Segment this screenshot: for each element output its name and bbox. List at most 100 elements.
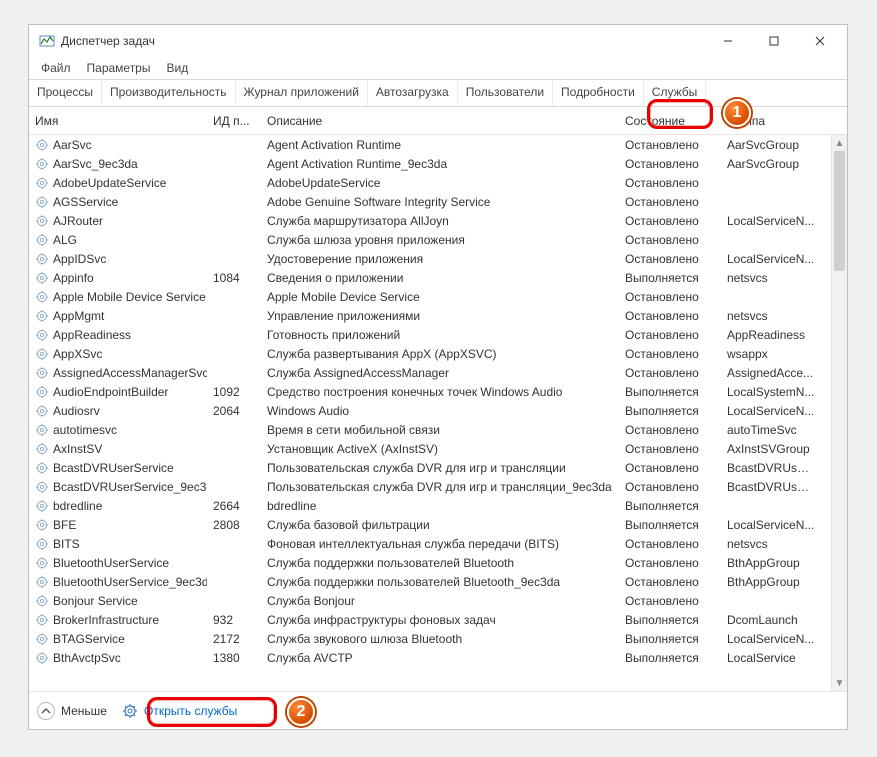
service-desc-cell: Служба шлюза уровня приложения — [261, 233, 619, 247]
service-pid-cell: 2664 — [207, 499, 261, 513]
scroll-down-arrow[interactable]: ▼ — [832, 675, 847, 691]
service-group-cell: LocalServiceN... — [721, 404, 821, 418]
table-row[interactable]: autotimesvcВремя в сети мобильной связиО… — [29, 420, 847, 439]
service-state-cell: Остановлено — [619, 309, 721, 323]
fewer-details-button[interactable]: Меньше — [37, 702, 107, 720]
service-name-cell: BFE — [29, 518, 207, 532]
tab-performance[interactable]: Производительность — [102, 80, 235, 106]
service-state-cell: Выполняется — [619, 613, 721, 627]
table-row[interactable]: BluetoothUserServiceСлужба поддержки пол… — [29, 553, 847, 572]
service-group-cell: LocalServiceN... — [721, 518, 821, 532]
table-row[interactable]: AJRouterСлужба маршрутизатора AllJoynОст… — [29, 211, 847, 230]
service-name-cell: AxInstSV — [29, 442, 207, 456]
service-state-cell: Выполняется — [619, 632, 721, 646]
table-row[interactable]: AxInstSV Установщик ActiveX (AxInstSV)Ост… — [29, 439, 847, 458]
tab-startup[interactable]: Автозагрузка — [368, 80, 458, 106]
service-state-cell: Остановлено — [619, 442, 721, 456]
service-state-cell: Остановлено — [619, 423, 721, 437]
service-name-text: AarSvc — [53, 138, 92, 152]
service-gear-icon — [35, 613, 49, 627]
scroll-thumb[interactable] — [834, 151, 845, 271]
service-name-text: Apple Mobile Device Service — [53, 290, 206, 304]
window-title: Диспетчер задач — [61, 34, 705, 48]
tab-users[interactable]: Пользователи — [458, 80, 553, 106]
table-row[interactable]: BFE2808Служба базовой фильтрацииВыполняе… — [29, 515, 847, 534]
close-button[interactable] — [797, 27, 843, 55]
table-row[interactable]: AppXSvcСлужба развертывания AppX (AppXSV… — [29, 344, 847, 363]
table-row[interactable]: ALGСлужба шлюза уровня приложенияОстанов… — [29, 230, 847, 249]
column-desc-header[interactable]: Описание — [261, 110, 619, 132]
service-gear-icon — [35, 385, 49, 399]
services-list[interactable]: AarSvcAgent Activation RuntimeОстановлен… — [29, 135, 847, 691]
service-group-cell: AarSvcGroup — [721, 138, 821, 152]
table-row[interactable]: BcastDVRUserService_9ec3da Пользовательск… — [29, 477, 847, 496]
task-manager-window: Диспетчер задач Файл Параметры Вид Проце… — [28, 24, 848, 730]
table-row[interactable]: BTAGService2172Служба звукового шлюза Bl… — [29, 629, 847, 648]
table-row[interactable]: BthAvctpSvc1380Служба AVCTPВыполняетсяLo… — [29, 648, 847, 667]
service-name-cell: BrokerInfrastructure — [29, 613, 207, 627]
menu-file[interactable]: Файл — [33, 59, 79, 77]
service-state-cell: Остановлено — [619, 537, 721, 551]
column-state-header[interactable]: Состояние — [619, 110, 721, 132]
tab-processes[interactable]: Процессы — [29, 80, 102, 106]
table-row[interactable]: AudioEndpointBuilder1092Средство построе… — [29, 382, 847, 401]
service-desc-cell: Сведения о приложении — [261, 271, 619, 285]
table-row[interactable]: AdobeUpdateServiceAdobeUpdateServiceОста… — [29, 173, 847, 192]
table-row[interactable]: bdredline2664bdredlineВыполняется — [29, 496, 847, 515]
menu-options[interactable]: Параметры — [79, 59, 159, 77]
service-gear-icon — [35, 461, 49, 475]
service-name-cell: AarSvc — [29, 138, 207, 152]
vertical-scrollbar[interactable]: ▲ ▼ — [831, 135, 847, 691]
service-group-cell: DcomLaunch — [721, 613, 821, 627]
service-state-cell: Остановлено — [619, 575, 721, 589]
tab-services[interactable]: Службы — [644, 80, 706, 106]
titlebar: Диспетчер задач — [29, 25, 847, 57]
service-state-cell: Остановлено — [619, 176, 721, 190]
table-row[interactable]: Bonjour ServiceСлужба BonjourОстановлено — [29, 591, 847, 610]
service-state-cell: Остановлено — [619, 157, 721, 171]
minimize-button[interactable] — [705, 27, 751, 55]
service-name-text: BcastDVRUserService_9ec3da — [53, 480, 207, 494]
table-row[interactable]: Apple Mobile Device ServiceApple Mobile … — [29, 287, 847, 306]
service-desc-cell: Пользовательская служба DVR для игр и тр… — [261, 480, 619, 494]
table-header: Имя ИД п... Описание Состояние Группа — [29, 107, 847, 135]
service-desc-cell: Служба AVCTP — [261, 651, 619, 665]
scroll-up-arrow[interactable]: ▲ — [832, 135, 847, 151]
service-desc-cell: AdobeUpdateService — [261, 176, 619, 190]
tab-details[interactable]: Подробности — [553, 80, 644, 106]
table-row[interactable]: AppReadinessГотовность приложенийОстанов… — [29, 325, 847, 344]
menu-view[interactable]: Вид — [158, 59, 196, 77]
table-row[interactable]: AarSvcAgent Activation RuntimeОстановлен… — [29, 135, 847, 154]
service-desc-cell: Готовность приложений — [261, 328, 619, 342]
table-row[interactable]: AppIDSvcУдостоверение приложенияОстановл… — [29, 249, 847, 268]
column-pid-header[interactable]: ИД п... — [207, 110, 261, 132]
table-row[interactable]: Appinfo1084Сведения о приложенииВыполняе… — [29, 268, 847, 287]
service-name-text: Audiosrv — [53, 404, 100, 418]
tab-bar: Процессы Производительность Журнал прило… — [29, 79, 847, 107]
service-gear-icon — [35, 556, 49, 570]
service-group-cell: BthAppGroup — [721, 575, 821, 589]
gear-icon — [122, 703, 138, 719]
service-state-cell: Остановлено — [619, 233, 721, 247]
table-row[interactable]: AppMgmtУправление приложениямиОстановлен… — [29, 306, 847, 325]
table-row[interactable]: Audiosrv2064Windows AudioВыполняетсяLoca… — [29, 401, 847, 420]
column-name-header[interactable]: Имя — [29, 110, 207, 132]
table-row[interactable]: BITSФоновая интеллектуальная служба пере… — [29, 534, 847, 553]
service-state-cell: Выполняется — [619, 385, 721, 399]
table-row[interactable]: BluetoothUserService_9ec3daСлужба поддер… — [29, 572, 847, 591]
service-desc-cell: Установщик ActiveX (AxInstSV) — [261, 442, 619, 456]
table-row[interactable]: AarSvc_9ec3daAgent Activation Runtime_9e… — [29, 154, 847, 173]
maximize-button[interactable] — [751, 27, 797, 55]
service-name-text: AudioEndpointBuilder — [53, 385, 168, 399]
service-pid-cell: 1380 — [207, 651, 261, 665]
table-row[interactable]: AGSServiceAdobe Genuine Software Integri… — [29, 192, 847, 211]
service-gear-icon — [35, 499, 49, 513]
table-row[interactable]: BcastDVRUserServiceПользовательская служ… — [29, 458, 847, 477]
column-group-header[interactable]: Группа — [721, 110, 821, 132]
open-services-link[interactable]: Открыть службы — [115, 700, 244, 722]
tab-app-history[interactable]: Журнал приложений — [236, 80, 368, 106]
table-row[interactable]: AssignedAccessManagerSvcСлужба AssignedA… — [29, 363, 847, 382]
table-row[interactable]: BrokerInfrastructure932Служба инфраструк… — [29, 610, 847, 629]
service-state-cell: Выполняется — [619, 499, 721, 513]
service-group-cell: BcastDVRUser... — [721, 480, 821, 494]
